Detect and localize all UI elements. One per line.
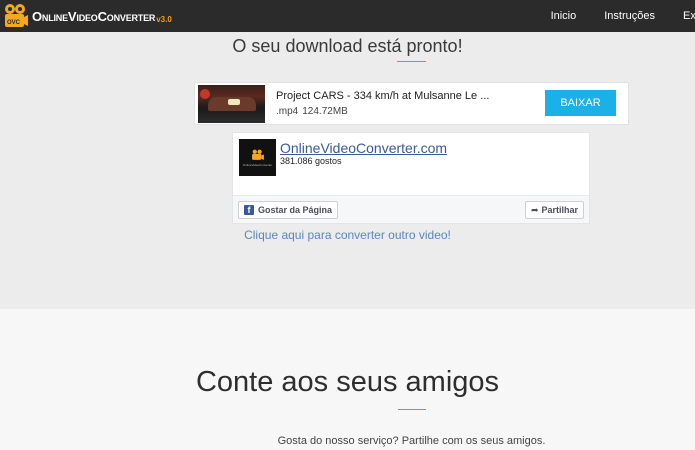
share-label: Partilhar (541, 205, 578, 215)
share-section-divider (398, 409, 426, 410)
top-navbar: OVC OnlineVideoConverter v3.0 Inicio Ins… (0, 0, 695, 32)
facebook-like-count: 381.086 gostos (280, 156, 342, 166)
logo-badge-text: OVC (7, 20, 21, 26)
facebook-share-button[interactable]: ➦ Partilhar (524, 201, 584, 219)
share-arrow-icon: ➦ (530, 204, 539, 215)
convert-another-link[interactable]: Clique aqui para converter outro video! (0, 228, 695, 242)
nav-link-extras[interactable]: Extras (683, 0, 695, 32)
site-logo[interactable]: OVC OnlineVideoConverter v3.0 (3, 3, 172, 29)
video-format: .mp4 (276, 106, 299, 117)
share-section-title: Conte aos seus amigos (195, 366, 500, 398)
page-avatar[interactable]: OnlineVideoConverter (239, 139, 276, 176)
film-camera-icon: OVC (5, 4, 28, 27)
page-title: O seu download está pronto! (232, 36, 463, 56)
facebook-page-name[interactable]: OnlineVideoConverter.com (280, 140, 447, 156)
video-size: 124.72MB (302, 106, 348, 117)
video-meta: .mp4 124.72MB (276, 106, 348, 117)
nav-link-inicio[interactable]: Inicio (551, 0, 577, 32)
share-section-subtitle: Gosta do nosso serviço? Partilhe com os … (277, 435, 546, 447)
nav-link-instrucoes[interactable]: Instruções (604, 0, 655, 32)
title-divider (397, 61, 426, 62)
facebook-page-widget: OnlineVideoConverter OnlineVideoConverte… (232, 132, 590, 224)
avatar-caption: OnlineVideoConverter (242, 162, 273, 167)
logo-version: v3.0 (156, 14, 172, 24)
download-card: Project CARS - 334 km/h at Mulsanne Le .… (194, 82, 629, 125)
download-button[interactable]: BAIXAR (545, 90, 616, 116)
film-camera-icon (251, 149, 264, 160)
video-title: Project CARS - 334 km/h at Mulsanne Le .… (276, 90, 490, 102)
like-page-label: Gostar da Página (258, 205, 333, 215)
logo-wordmark: OnlineVideoConverter (32, 8, 156, 24)
main-nav: Inicio Instruções Extras (551, 0, 695, 32)
video-thumbnail (198, 85, 265, 123)
facebook-icon: f (244, 205, 254, 215)
facebook-like-page-button[interactable]: f Gostar da Página (238, 201, 339, 219)
